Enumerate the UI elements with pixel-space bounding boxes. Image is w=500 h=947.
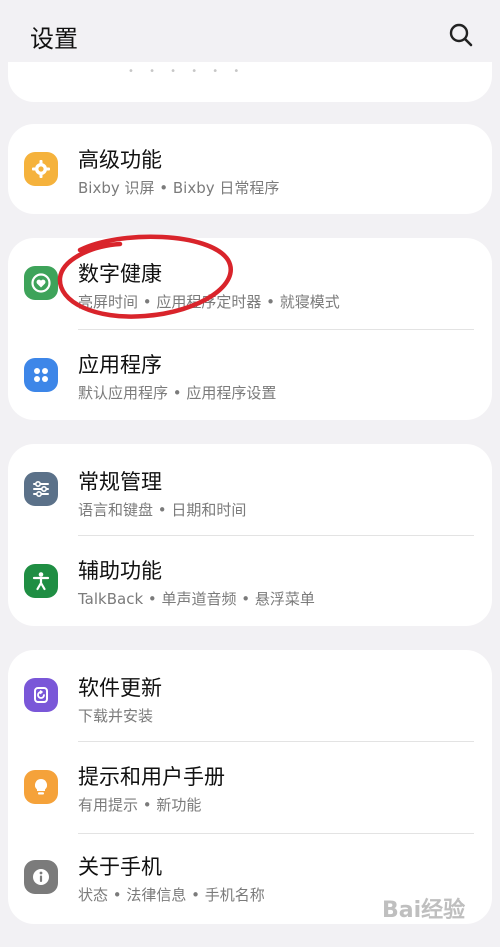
settings-item-subtitle: 语言和键盘 • 日期和时间 xyxy=(78,501,247,519)
settings-group-wellbeing-apps: 数字健康 亮屏时间 • 应用程序定时器 • 就寝模式 应用程序 默认应用程序 •… xyxy=(8,238,492,420)
search-icon xyxy=(449,23,473,47)
settings-item-title: 提示和用户手册 xyxy=(78,765,225,789)
settings-item-subtitle: 默认应用程序 • 应用程序设置 xyxy=(78,384,277,402)
settings-group-support: 软件更新 下载并安装 提示和用户手册 有用提示 • 新功能 关于手机 状态 • … xyxy=(8,650,492,924)
settings-item-subtitle: 下载并安装 xyxy=(78,707,154,725)
settings-item-subtitle: 状态 • 法律信息 • 手机名称 xyxy=(78,886,265,904)
settings-item-title: 软件更新 xyxy=(78,676,162,700)
settings-item-apps[interactable]: 应用程序 默认应用程序 • 应用程序设置 xyxy=(8,330,492,420)
settings-item-tips-manual[interactable]: 提示和用户手册 有用提示 • 新功能 xyxy=(8,742,492,832)
settings-item-subtitle: Bixby 识屏 • Bixby 日常程序 xyxy=(78,179,280,197)
search-button[interactable] xyxy=(446,20,476,50)
scrolled-card-edge: • • • • • • • • • • xyxy=(8,62,492,102)
settings-item-advanced-features[interactable]: 高级功能 Bixby 识屏 • Bixby 日常程序 xyxy=(8,124,492,214)
page-title: 设置 xyxy=(30,25,78,53)
settings-group-general: 常规管理 语言和键盘 • 日期和时间 辅助功能 TalkBack • 单声道音频… xyxy=(8,444,492,626)
settings-item-title: 关于手机 xyxy=(78,855,162,879)
settings-item-software-update[interactable]: 软件更新 下载并安装 xyxy=(8,650,492,740)
settings-item-title: 高级功能 xyxy=(78,148,162,172)
settings-item-accessibility[interactable]: 辅助功能 TalkBack • 单声道音频 • 悬浮菜单 xyxy=(8,536,492,626)
sliders-icon xyxy=(24,472,58,506)
digital-wellbeing-icon xyxy=(24,266,58,300)
accessibility-icon xyxy=(24,564,58,598)
software-update-icon xyxy=(24,678,58,712)
settings-item-subtitle: 有用提示 • 新功能 xyxy=(78,796,202,814)
gear-icon xyxy=(24,152,58,186)
watermark: Bai经验 xyxy=(382,898,466,923)
apps-icon xyxy=(24,358,58,392)
settings-item-title: 数字健康 xyxy=(78,262,162,286)
settings-item-general-management[interactable]: 常规管理 语言和键盘 • 日期和时间 xyxy=(8,444,492,534)
settings-item-title: 辅助功能 xyxy=(78,559,162,583)
settings-item-subtitle: 亮屏时间 • 应用程序定时器 • 就寝模式 xyxy=(78,293,340,311)
lightbulb-icon xyxy=(24,770,58,804)
settings-item-title: 应用程序 xyxy=(78,353,162,377)
settings-item-digital-wellbeing[interactable]: 数字健康 亮屏时间 • 应用程序定时器 • 就寝模式 xyxy=(8,238,492,328)
info-icon xyxy=(24,860,58,894)
settings-group-advanced: 高级功能 Bixby 识屏 • Bixby 日常程序 xyxy=(8,124,492,214)
settings-item-subtitle: TalkBack • 单声道音频 • 悬浮菜单 xyxy=(78,590,315,608)
settings-item-title: 常规管理 xyxy=(78,470,162,494)
scrolled-text-fragment: • • • • • • • • • • xyxy=(128,66,246,74)
